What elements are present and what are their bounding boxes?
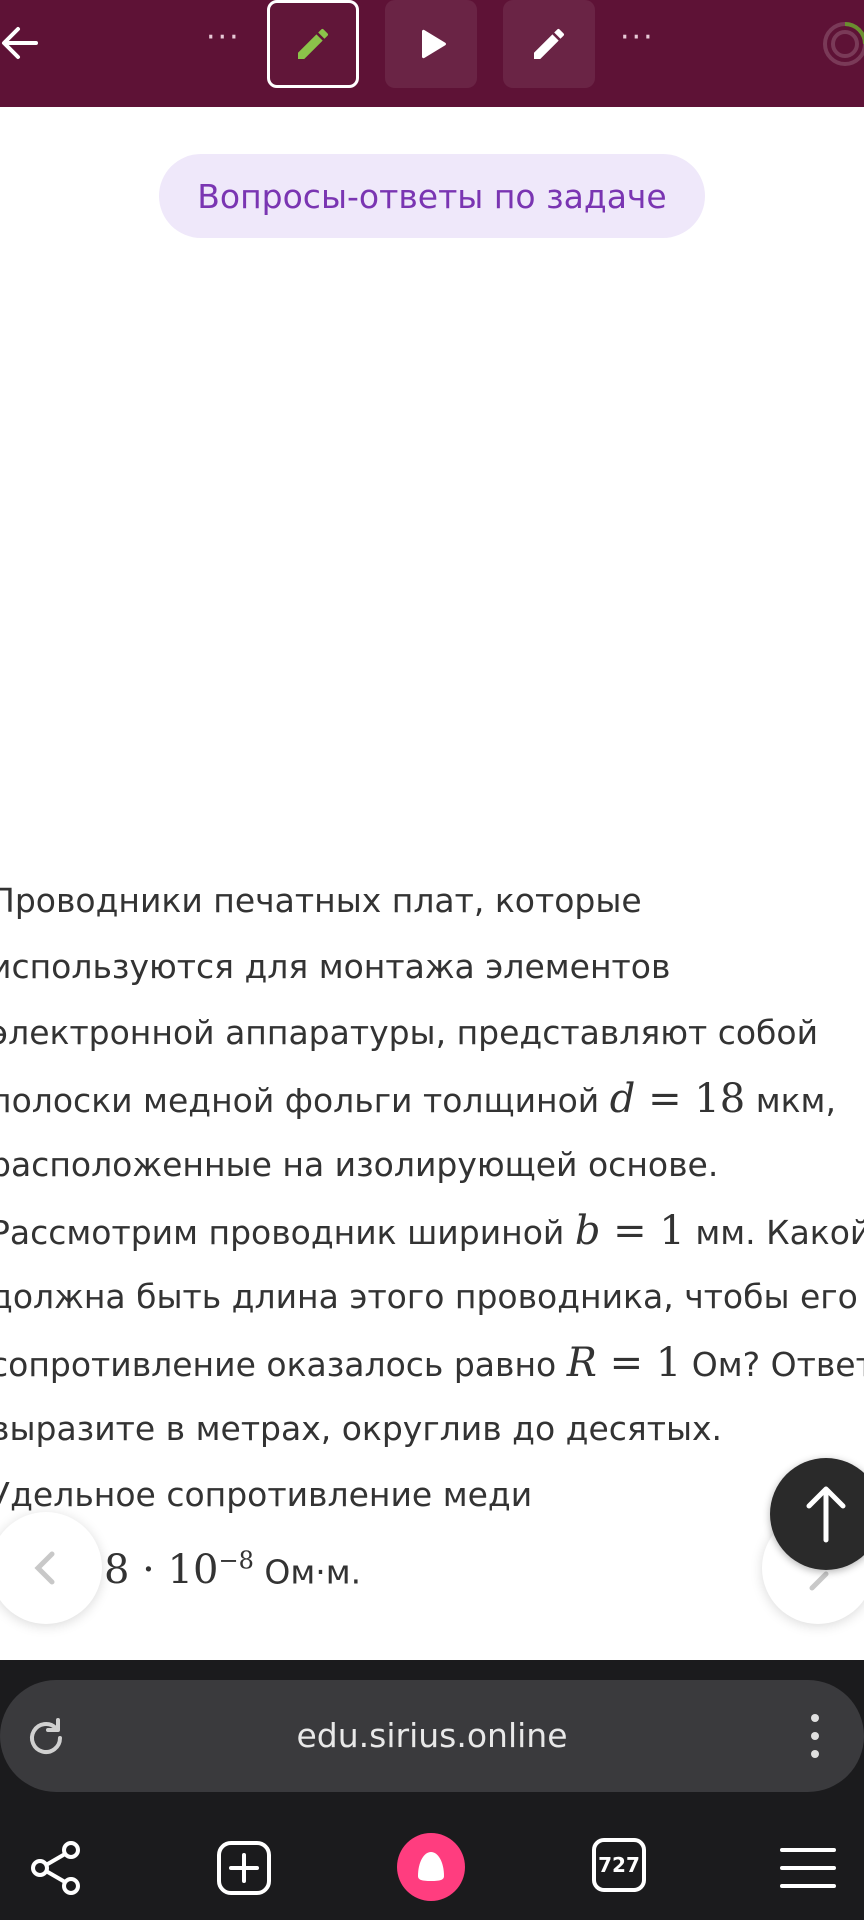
tabs-counter[interactable]: 727 (592, 1838, 646, 1892)
menu-icon[interactable] (778, 1838, 838, 1898)
browser-bar: edu.sirius.online 727 (0, 1660, 864, 1920)
edit-button[interactable] (503, 0, 595, 88)
text-span: Рассмотрим проводник шириной (0, 1213, 565, 1252)
formula-rho: 8 · 10−8 (104, 1547, 254, 1594)
edit-button-active[interactable] (267, 0, 359, 88)
qa-button[interactable]: Вопросы-ответы по задаче (159, 154, 705, 238)
formula-b: b = 1 (574, 1208, 685, 1254)
pencil-icon (534, 28, 564, 59)
text-span: полоски медной фольги толщиной (0, 1081, 600, 1120)
rho-coef: 8 (104, 1547, 130, 1594)
problem-line: Удельное сопротивление меди (0, 1475, 533, 1514)
var-b: b (574, 1208, 601, 1254)
problem-line: Проводники печатных плат, которые (0, 881, 642, 920)
text-span: Ом? Ответ (691, 1345, 864, 1384)
more-vertical-icon[interactable] (800, 1710, 830, 1762)
back-button[interactable] (0, 18, 44, 68)
more-right-icon: ··· (620, 20, 655, 55)
problem-line: расположенные на изолирующей основе. (0, 1145, 719, 1184)
problem-text: Проводники печатных плат, которые исполь… (0, 868, 864, 1594)
var-d: d (609, 1076, 636, 1122)
url-text: edu.sirius.online (296, 1716, 568, 1755)
rho-unit: Ом·м. (264, 1552, 362, 1592)
problem-line: Рассмотрим проводник шириной b = 1 мм. К… (0, 1198, 864, 1264)
new-tab-icon[interactable] (214, 1838, 274, 1898)
qa-button-label: Вопросы-ответы по задаче (197, 176, 667, 216)
text-span: мм. Какой (695, 1213, 864, 1252)
progress-ring-icon (823, 22, 864, 66)
address-bar[interactable]: edu.sirius.online (0, 1680, 864, 1792)
text-span: мкм, (755, 1081, 836, 1120)
top-toolbar: ··· ··· (0, 0, 864, 107)
play-icon (422, 29, 446, 59)
more-left-icon: ··· (206, 20, 241, 55)
rho-exp: −8 (218, 1547, 254, 1575)
problem-line: полоски медной фольги толщиной d = 18 мк… (0, 1066, 864, 1132)
pencil-icon (298, 28, 328, 59)
browser-nav-row: 727 (0, 1820, 864, 1920)
problem-line: должна быть длина этого проводника, чтоб… (0, 1277, 858, 1316)
prev-button[interactable] (0, 1512, 102, 1624)
val-r: 1 (655, 1340, 682, 1386)
problem-line: электронной аппаратуры, представляют соб… (0, 1013, 819, 1052)
val-b: 1 (659, 1208, 685, 1254)
problem-line: 8 · 10−8 Ом·м. (0, 1528, 864, 1594)
problem-line: сопротивление оказалось равно R = 1 Ом? … (0, 1330, 864, 1396)
problem-line: используются для монтажа элементов (0, 947, 671, 986)
arrow-left-icon (2, 27, 38, 59)
var-r: R (566, 1340, 597, 1386)
chevron-left-icon (34, 1551, 55, 1585)
problem-line: выразите в метрах, округлив до десятых. (0, 1409, 723, 1448)
arrow-up-icon (806, 1486, 846, 1543)
text-span: сопротивление оказалось равно (0, 1345, 557, 1384)
alice-assistant-icon[interactable] (396, 1832, 466, 1902)
share-icon[interactable] (26, 1838, 86, 1898)
formula-d: d = 18 (609, 1076, 746, 1122)
play-button[interactable] (385, 0, 477, 88)
val-d: 18 (694, 1076, 746, 1122)
formula-r: R = 1 (566, 1340, 682, 1386)
